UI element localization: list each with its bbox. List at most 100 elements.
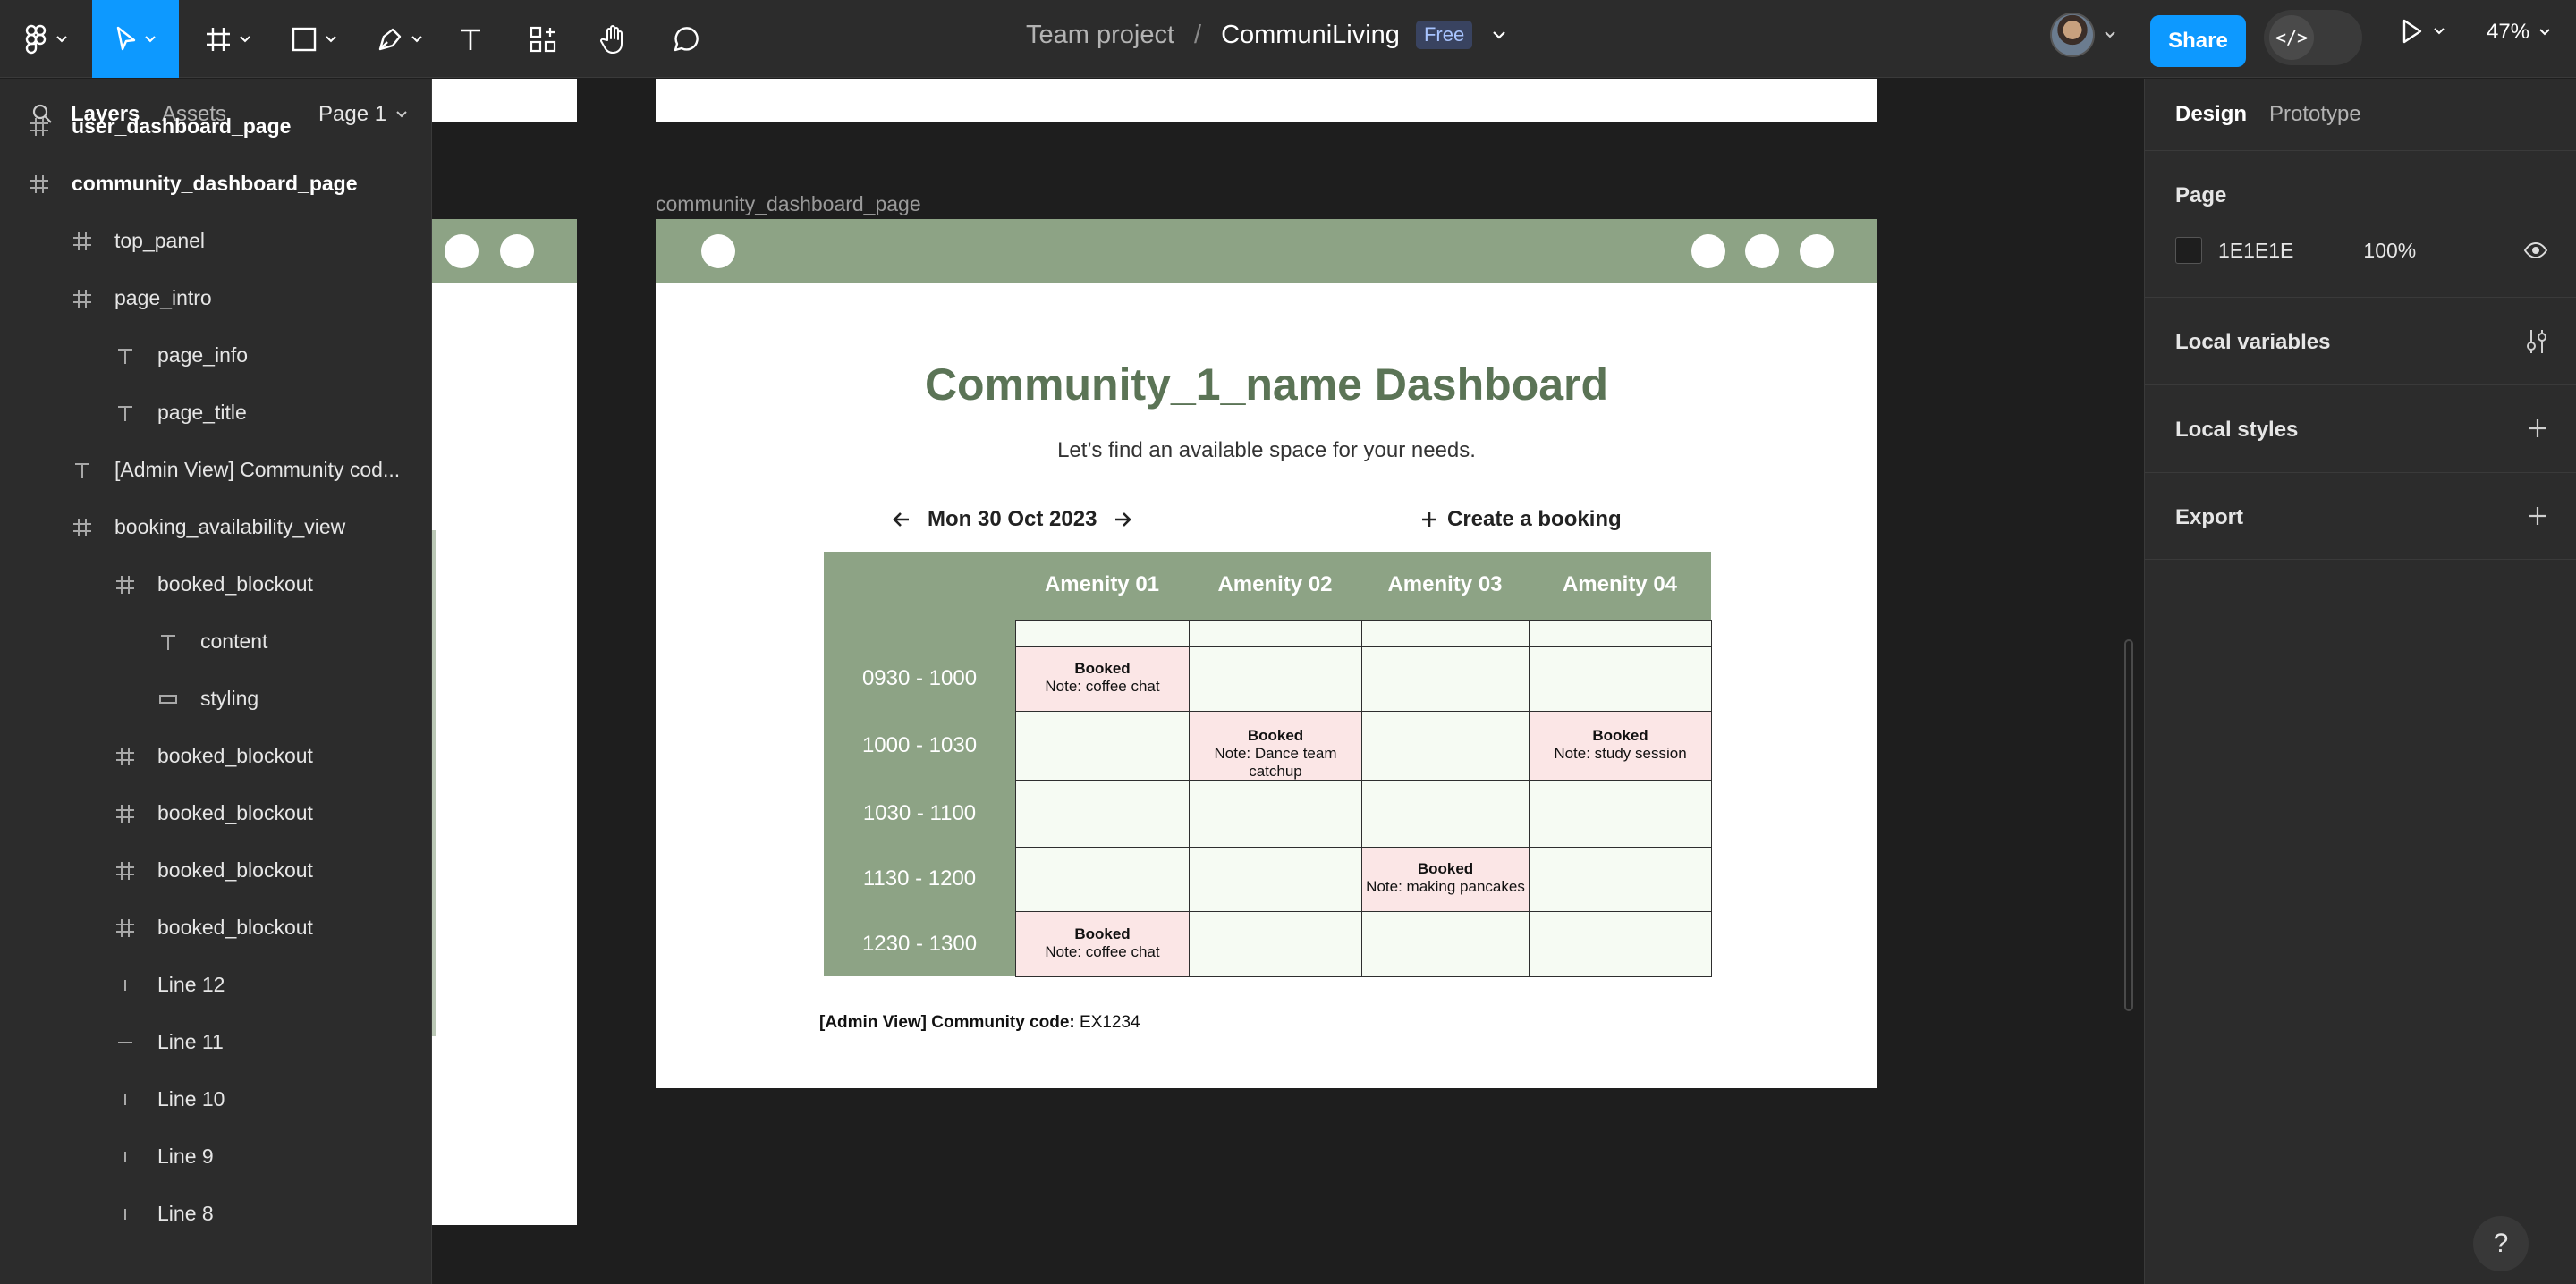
main-menu-button[interactable] bbox=[20, 0, 73, 78]
hand-icon bbox=[600, 24, 623, 54]
availability-cell[interactable] bbox=[1361, 646, 1530, 712]
code-icon: </> bbox=[2269, 15, 2314, 60]
booked-blockout[interactable]: Booked Note: study session bbox=[1529, 711, 1712, 781]
availability-cell[interactable] bbox=[1189, 620, 1362, 647]
availability-cell[interactable] bbox=[1529, 646, 1712, 712]
availability-cell[interactable] bbox=[1361, 780, 1530, 848]
zoom-menu[interactable]: 47% bbox=[2487, 20, 2551, 45]
availability-cell[interactable] bbox=[1189, 780, 1362, 848]
page-background-row[interactable]: 1E1E1E 100% bbox=[2175, 237, 2416, 264]
page-color-hex[interactable]: 1E1E1E bbox=[2218, 239, 2293, 263]
layer-row[interactable]: user_dashboard_page bbox=[0, 98, 431, 156]
layer-row[interactable]: top_panel bbox=[0, 213, 431, 270]
eye-icon[interactable] bbox=[2523, 241, 2548, 259]
user-menu[interactable] bbox=[2050, 13, 2116, 57]
rectangle-icon bbox=[157, 688, 179, 710]
layer-row[interactable]: community_dashboard_page bbox=[0, 156, 431, 213]
layer-row[interactable]: page_title bbox=[0, 384, 431, 442]
frame-tool-button[interactable] bbox=[197, 0, 259, 78]
page-opacity[interactable]: 100% bbox=[2363, 239, 2416, 263]
booking-status: Booked bbox=[1074, 925, 1131, 942]
export-title: Export bbox=[2175, 505, 2244, 529]
availability-cell[interactable] bbox=[1015, 847, 1190, 912]
plus-icon[interactable] bbox=[2527, 418, 2548, 439]
present-button[interactable] bbox=[2401, 18, 2445, 45]
layer-row[interactable]: booked_blockout bbox=[0, 900, 431, 957]
layer-row[interactable]: Line 8 bbox=[0, 1186, 431, 1243]
local-styles-title: Local styles bbox=[2175, 418, 2299, 442]
availability-cell[interactable] bbox=[1361, 620, 1530, 647]
user-dashboard-frame-partial[interactable] bbox=[432, 79, 577, 122]
tab-prototype[interactable]: Prototype bbox=[2269, 102, 2361, 127]
booking-note: Note: Dance team catchup bbox=[1214, 744, 1337, 780]
resources-tool-button[interactable] bbox=[523, 0, 563, 78]
layer-row[interactable]: booked_blockout bbox=[0, 556, 431, 613]
frame-label[interactable]: community_dashboard_page bbox=[656, 192, 921, 216]
availability-cell[interactable] bbox=[1529, 620, 1712, 647]
chevron-down-icon[interactable] bbox=[1492, 30, 1506, 39]
previous-frame[interactable] bbox=[656, 79, 1877, 122]
layer-row[interactable]: booked_blockout bbox=[0, 842, 431, 900]
availability-cell[interactable] bbox=[1015, 620, 1190, 647]
user-dashboard-frame[interactable] bbox=[432, 219, 577, 1225]
availability-cell[interactable] bbox=[1015, 780, 1190, 848]
layer-row[interactable]: Line 12 bbox=[0, 957, 431, 1014]
layer-row[interactable]: [Admin View] Community cod... bbox=[0, 442, 431, 499]
dev-mode-toggle[interactable]: </> bbox=[2264, 10, 2362, 65]
arrow-right-icon[interactable] bbox=[1113, 510, 1132, 529]
tab-design[interactable]: Design bbox=[2175, 102, 2247, 127]
layer-row[interactable]: page_info bbox=[0, 327, 431, 384]
text-tool-button[interactable] bbox=[452, 0, 489, 78]
layer-row[interactable]: page_intro bbox=[0, 270, 431, 327]
community-dashboard-frame[interactable]: Community_1_name Dashboard Let’s find an… bbox=[656, 219, 1877, 1088]
page-section: Page bbox=[2145, 150, 2576, 297]
move-tool-button[interactable] bbox=[92, 0, 179, 78]
color-swatch[interactable] bbox=[2175, 237, 2202, 264]
project-name[interactable]: CommuniLiving bbox=[1221, 21, 1400, 50]
hand-tool-button[interactable] bbox=[594, 0, 633, 78]
frame-icon bbox=[207, 27, 230, 51]
comment-tool-button[interactable] bbox=[666, 0, 706, 78]
pen-tool-button[interactable] bbox=[369, 0, 431, 78]
layer-row[interactable]: Line 11 bbox=[0, 1014, 431, 1071]
layer-row[interactable]: Line 9 bbox=[0, 1128, 431, 1186]
layer-row[interactable]: content bbox=[0, 613, 431, 671]
booking-note: Note: study session bbox=[1554, 744, 1687, 762]
availability-cell[interactable] bbox=[1529, 780, 1712, 848]
plus-icon[interactable] bbox=[2527, 505, 2548, 527]
booked-blockout[interactable]: Booked Note: making pancakes bbox=[1361, 847, 1530, 912]
booked-blockout[interactable]: Booked Note: coffee chat bbox=[1015, 911, 1190, 977]
availability-cell[interactable] bbox=[1529, 847, 1712, 912]
create-booking-button[interactable]: Create a booking bbox=[1420, 507, 1622, 532]
booked-blockout[interactable]: Booked Note: coffee chat bbox=[1015, 646, 1190, 712]
help-button[interactable]: ? bbox=[2473, 1216, 2529, 1271]
booked-blockout[interactable]: Booked Note: Dance team catchup bbox=[1189, 711, 1362, 781]
avatar[interactable] bbox=[2050, 13, 2095, 57]
availability-cell[interactable] bbox=[1189, 847, 1362, 912]
availability-cell[interactable] bbox=[1361, 911, 1530, 977]
layer-row[interactable]: booked_blockout bbox=[0, 728, 431, 785]
vertical-line-icon bbox=[114, 1089, 136, 1111]
availability-cell[interactable] bbox=[1189, 646, 1362, 712]
nav-circle bbox=[1745, 234, 1779, 268]
availability-cell[interactable] bbox=[1015, 711, 1190, 781]
availability-cell[interactable] bbox=[1361, 711, 1530, 781]
layer-row[interactable]: booked_blockout bbox=[0, 785, 431, 842]
layer-row[interactable]: Line 10 bbox=[0, 1071, 431, 1128]
layer-row[interactable]: styling bbox=[0, 671, 431, 728]
canvas-scrollbar[interactable] bbox=[2124, 639, 2133, 1011]
team-name[interactable]: Team project bbox=[1026, 21, 1174, 50]
horizontal-line-icon bbox=[114, 1032, 136, 1053]
availability-cell[interactable] bbox=[1189, 911, 1362, 977]
chevron-down-icon bbox=[2539, 29, 2550, 36]
layer-row[interactable]: booking_availability_view bbox=[0, 499, 431, 556]
nav-circle bbox=[1691, 234, 1725, 268]
arrow-left-icon[interactable] bbox=[892, 510, 911, 529]
variables-icon[interactable] bbox=[2525, 328, 2548, 355]
frame-icon bbox=[72, 231, 93, 252]
availability-cell[interactable] bbox=[1529, 911, 1712, 977]
share-button[interactable]: Share bbox=[2150, 15, 2246, 67]
layer-label: Line 8 bbox=[157, 1202, 214, 1225]
time-slot-label: 0930 - 1000 bbox=[861, 666, 978, 690]
shape-tool-button[interactable] bbox=[283, 0, 345, 78]
